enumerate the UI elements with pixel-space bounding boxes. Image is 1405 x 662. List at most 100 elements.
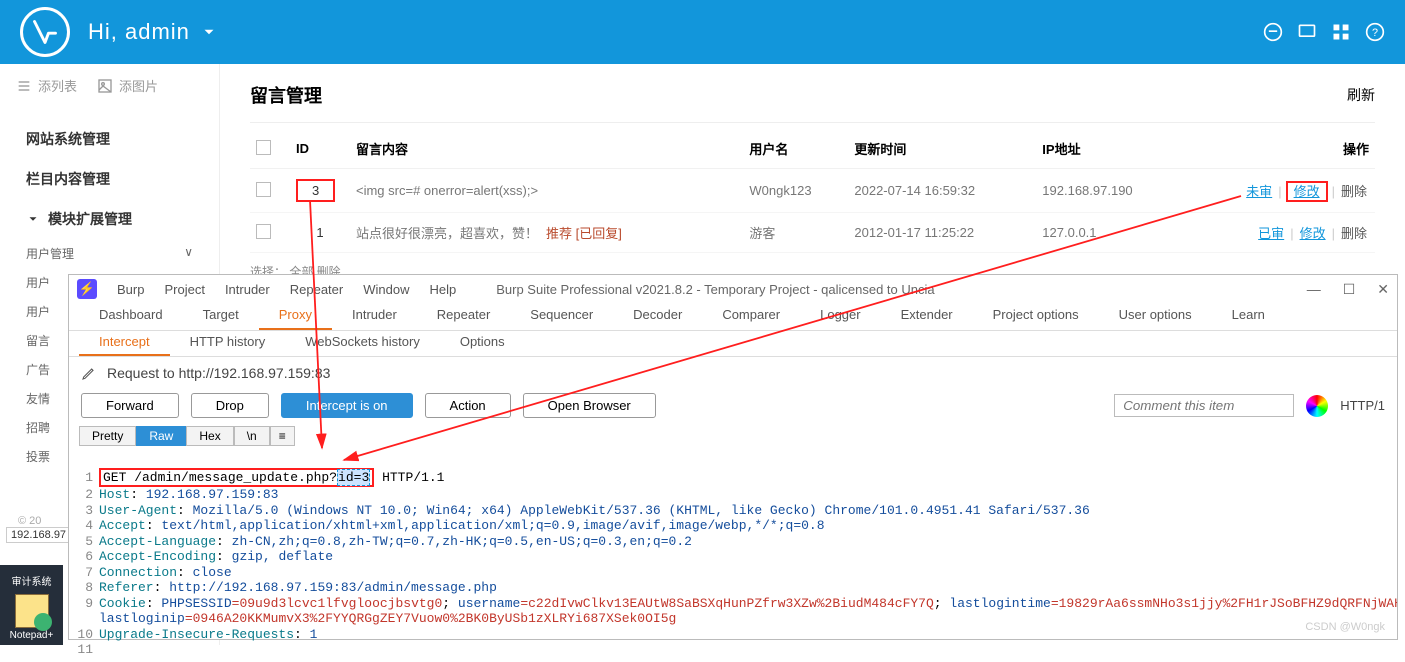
tab-comparer[interactable]: Comparer [702,303,800,330]
add-image-button[interactable]: 添图片 [97,76,158,95]
copyright: © 20 [18,515,41,527]
sidebar-item-module[interactable]: 模块扩展管理 [0,199,219,239]
delete-link[interactable]: 删除 [1341,226,1367,241]
col-user: 用户名 [743,129,848,169]
cell-user: W0ngk123 [743,169,848,213]
tab-user-options[interactable]: User options [1099,303,1212,330]
screen-icon[interactable] [1297,22,1317,42]
taskbar-label: Notepad+ [4,630,59,641]
panel-title: 留言管理 [250,82,322,108]
tab-proxy[interactable]: Proxy [259,303,332,330]
col-updated: 更新时间 [848,129,1036,169]
logo-icon [20,7,70,57]
tab-repeater[interactable]: Repeater [417,303,510,330]
ip-tooltip: 192.168.97 [6,527,71,543]
menu-help[interactable]: Help [429,282,456,297]
cell-updated: 2022-07-14 16:59:32 [848,169,1036,213]
row-id-highlight: 3 [296,179,335,202]
add-list-button[interactable]: 添列表 [16,76,77,95]
greeting: Hi, admin [88,19,190,45]
http-label: HTTP/1 [1340,398,1385,413]
chevron-down-icon[interactable] [200,23,218,41]
tab-target[interactable]: Target [183,303,259,330]
close-icon[interactable]: ✕ [1377,281,1389,298]
tab-learn[interactable]: Learn [1212,303,1285,330]
burp-logo-icon: ⚡ [77,279,97,299]
drop-button[interactable]: Drop [191,393,269,418]
menu-burp[interactable]: Burp [117,282,144,297]
delete-link[interactable]: 删除 [1341,184,1367,199]
cell-user: 游客 [743,213,848,253]
checkbox[interactable] [256,224,271,239]
svg-text:?: ? [1372,27,1378,39]
col-id: ID [290,129,350,169]
intercept-button[interactable]: Intercept is on [281,393,413,418]
edit-link[interactable]: 修改 [1300,226,1326,241]
burp-sub-tabs: Intercept HTTP history WebSockets histor… [69,331,1397,357]
sidebar-item-site[interactable]: 网站系统管理 [0,119,219,159]
menu-window[interactable]: Window [363,282,409,297]
notepad-icon[interactable] [15,594,49,628]
subtab-http-history[interactable]: HTTP history [170,331,286,356]
tab-project-options[interactable]: Project options [973,303,1099,330]
message-icon[interactable] [1263,22,1283,42]
request-to-label: Request to http://192.168.97.159:83 [107,365,330,381]
checkbox[interactable] [256,182,271,197]
color-wheel-icon[interactable] [1306,395,1328,417]
col-content: 留言内容 [350,129,743,169]
viewtab-raw[interactable]: Raw [136,426,186,446]
cell-ip: 192.168.97.190 [1036,169,1181,213]
sidebar-sub-user[interactable]: 用户管理∨ [0,239,219,268]
message-table: ID 留言内容 用户名 更新时间 IP地址 操作 3 <img src=# on… [250,129,1375,253]
tab-logger[interactable]: Logger [800,303,880,330]
open-browser-button[interactable]: Open Browser [523,393,656,418]
cell-content: <img src=# onerror=alert(xss);> [350,169,743,213]
checkbox-all[interactable] [256,140,271,155]
subtab-intercept[interactable]: Intercept [79,331,170,356]
grid-icon[interactable] [1331,22,1351,42]
subtab-options[interactable]: Options [440,331,525,356]
watermark: CSDN @W0ngk [1305,621,1385,633]
burp-window: ⚡ Burp Project Intruder Repeater Window … [68,274,1398,640]
subtab-websockets[interactable]: WebSockets history [285,331,440,356]
action-button[interactable]: Action [425,393,511,418]
table-row: 1 站点很好很漂亮，超喜欢，赞！推荐 [已回复] 游客 2012-01-17 1… [250,213,1375,253]
taskbar: 审计系统 Notepad+ [0,565,63,645]
tab-sequencer[interactable]: Sequencer [510,303,613,330]
viewtab-hex[interactable]: Hex [186,426,233,446]
viewtab-menu-icon[interactable]: ≡ [270,426,295,446]
cell-ip: 127.0.0.1 [1036,213,1181,253]
refresh-button[interactable]: 刷新 [1347,85,1375,105]
edit-link[interactable]: 修改 [1294,184,1320,199]
tab-dashboard[interactable]: Dashboard [79,303,183,330]
audit-link[interactable]: 已审 [1258,226,1284,241]
col-ip: IP地址 [1036,129,1181,169]
id-param-highlight: id=3 [337,469,370,486]
menu-project[interactable]: Project [164,282,204,297]
viewtab-pretty[interactable]: Pretty [79,426,136,446]
chevron-down-icon [26,212,40,226]
minimize-icon[interactable]: — [1307,281,1321,298]
table-row: 3 <img src=# onerror=alert(xss);> W0ngk1… [250,169,1375,213]
cell-id: 1 [290,213,350,253]
cell-content: 站点很好很漂亮，超喜欢，赞！推荐 [已回复] [350,213,743,253]
sidebar-item-column[interactable]: 栏目内容管理 [0,159,219,199]
col-ops: 操作 [1181,129,1375,169]
topbar: Hi, admin ? [0,0,1405,64]
cell-updated: 2012-01-17 11:25:22 [848,213,1036,253]
audit-link[interactable]: 未审 [1246,184,1272,199]
tab-decoder[interactable]: Decoder [613,303,702,330]
viewtab-newline[interactable]: \n [234,426,270,446]
help-icon[interactable]: ? [1365,22,1385,42]
burp-main-tabs: Dashboard Target Proxy Intruder Repeater… [69,303,1397,331]
tab-intruder[interactable]: Intruder [332,303,417,330]
comment-input[interactable] [1114,394,1294,417]
tab-extender[interactable]: Extender [881,303,973,330]
menu-repeater[interactable]: Repeater [290,282,343,297]
pencil-icon[interactable] [81,365,97,381]
forward-button[interactable]: Forward [81,393,179,418]
maximize-icon[interactable]: ☐ [1343,281,1356,298]
request-raw[interactable]: 1GET /admin/message_update.php?id=3 HTTP… [69,450,1397,662]
menu-intruder[interactable]: Intruder [225,282,270,297]
taskbar-item[interactable]: 审计系统 [4,569,59,592]
